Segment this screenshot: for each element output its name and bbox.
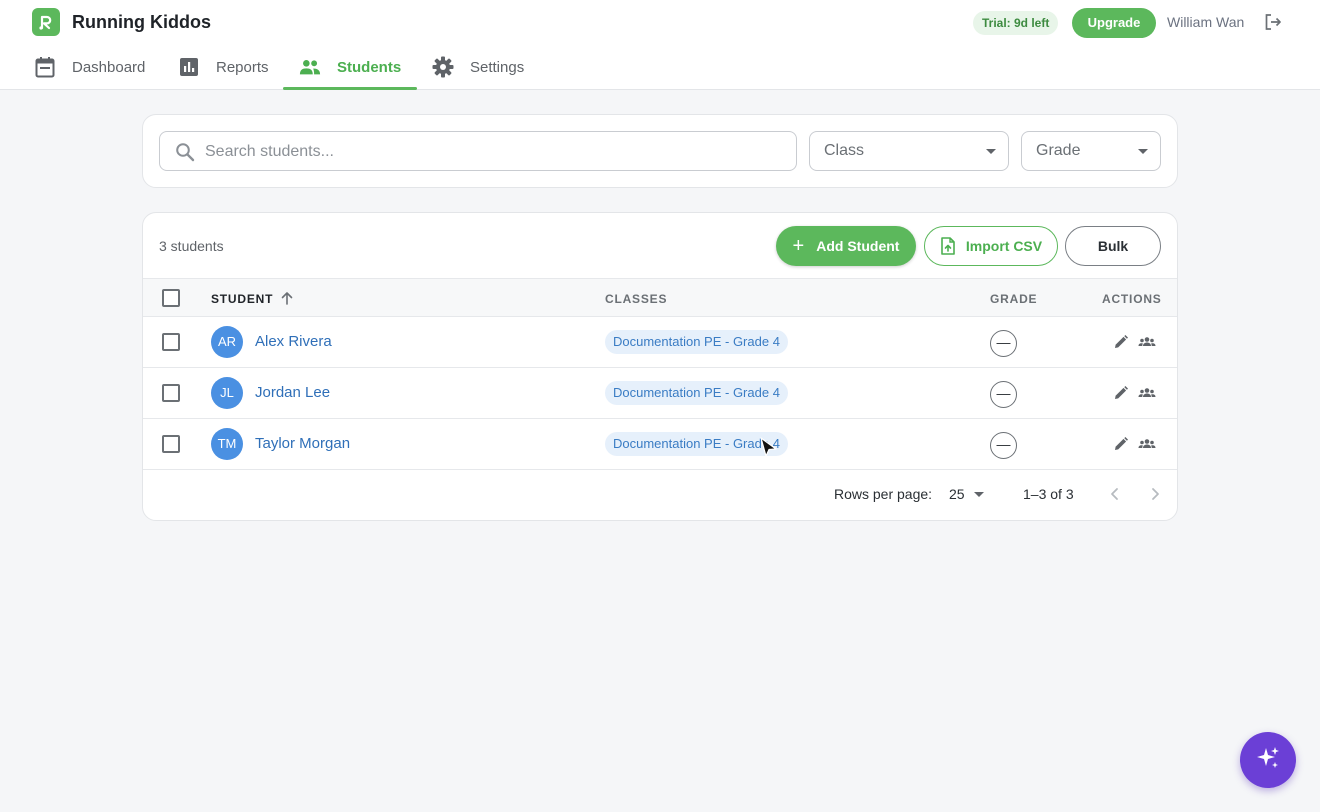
table-row: JL Jordan Lee Documentation PE - Grade 4… xyxy=(143,368,1177,419)
row-checkbox[interactable] xyxy=(162,435,180,453)
user-name[interactable]: William Wan xyxy=(1167,14,1244,30)
bulk-button[interactable]: Bulk xyxy=(1065,226,1161,266)
class-select[interactable]: Class xyxy=(809,131,1009,171)
chevron-down-icon xyxy=(1138,149,1148,154)
student-name-link[interactable]: Jordan Lee xyxy=(255,384,330,401)
mouse-cursor-icon xyxy=(759,437,779,459)
row-checkbox[interactable] xyxy=(162,384,180,402)
sparkle-icon xyxy=(1255,745,1281,776)
file-upload-icon xyxy=(940,237,956,255)
edit-icon[interactable] xyxy=(1113,385,1129,401)
upgrade-button[interactable]: Upgrade xyxy=(1072,8,1156,38)
table-header: STUDENT CLASSES GRADE ACTIONS xyxy=(143,278,1177,317)
column-header-actions: ACTIONS xyxy=(1102,292,1162,306)
student-name-link[interactable]: Alex Rivera xyxy=(255,333,332,350)
students-table-card: 3 students + Add Student Import CSV Bulk… xyxy=(142,212,1178,521)
grade-indicator[interactable]: — xyxy=(990,330,1017,357)
select-all-checkbox[interactable] xyxy=(162,289,180,307)
class-chip[interactable]: Documentation PE - Grade 4 xyxy=(605,381,788,405)
group-icon[interactable] xyxy=(1138,385,1156,401)
tab-label: Dashboard xyxy=(72,58,146,76)
arrow-up-icon[interactable] xyxy=(280,291,294,305)
tab-label: Students xyxy=(337,58,402,76)
calendar-icon xyxy=(34,56,56,78)
app-logo-icon[interactable] xyxy=(32,8,60,36)
avatar: JL xyxy=(211,377,243,409)
tab-reports[interactable]: Reports xyxy=(178,44,269,90)
tab-dashboard[interactable]: Dashboard xyxy=(34,44,145,90)
group-icon[interactable] xyxy=(1138,334,1156,350)
group-icon[interactable] xyxy=(1138,436,1156,452)
class-select-label: Class xyxy=(824,142,865,159)
tab-students[interactable]: Students xyxy=(282,44,418,90)
avatar: TM xyxy=(211,428,243,460)
rows-per-page-label: Rows per page: xyxy=(834,486,933,502)
student-name-link[interactable]: Taylor Morgan xyxy=(255,435,350,452)
import-csv-button[interactable]: Import CSV xyxy=(924,226,1058,266)
gear-icon xyxy=(432,56,454,78)
table-row: AR Alex Rivera Documentation PE - Grade … xyxy=(143,317,1177,368)
grade-select-label: Grade xyxy=(1036,142,1081,159)
row-checkbox[interactable] xyxy=(162,333,180,351)
add-student-button[interactable]: + Add Student xyxy=(776,226,916,266)
app-title: Running Kiddos xyxy=(72,12,211,32)
student-count: 3 students xyxy=(159,238,224,254)
chevron-down-icon[interactable] xyxy=(974,492,984,497)
tab-settings[interactable]: Settings xyxy=(432,44,524,90)
import-csv-label: Import CSV xyxy=(965,238,1043,254)
ai-assistant-button[interactable] xyxy=(1240,732,1296,788)
search-box[interactable] xyxy=(159,131,797,171)
grade-indicator[interactable]: — xyxy=(990,381,1017,408)
search-input[interactable] xyxy=(205,141,785,163)
table-row: TM Taylor Morgan Documentation PE - Grad… xyxy=(143,419,1177,470)
column-header-classes: CLASSES xyxy=(605,292,668,306)
grade-indicator[interactable]: — xyxy=(990,432,1017,459)
add-student-label: Add Student xyxy=(816,238,900,254)
chevron-right-icon[interactable] xyxy=(1146,485,1164,503)
grade-select[interactable]: Grade xyxy=(1021,131,1161,171)
people-icon xyxy=(299,56,321,78)
filter-bar: Class Grade xyxy=(142,114,1178,188)
chevron-down-icon xyxy=(986,149,996,154)
rows-per-page-select[interactable]: 25 xyxy=(949,486,965,502)
app-header: Running Kiddos Trial: 9d left Upgrade Wi… xyxy=(0,0,1320,90)
bar-chart-icon xyxy=(178,56,200,78)
tab-label: Settings xyxy=(470,58,525,76)
plus-icon: + xyxy=(792,235,805,257)
edit-icon[interactable] xyxy=(1113,334,1129,350)
column-header-grade: GRADE xyxy=(990,292,1038,306)
class-chip[interactable]: Documentation PE - Grade 4 xyxy=(605,330,788,354)
pagination: Rows per page: 25 1–3 of 3 xyxy=(143,469,1177,520)
tab-label: Reports xyxy=(216,58,269,76)
logout-icon[interactable] xyxy=(1263,12,1283,32)
avatar: AR xyxy=(211,326,243,358)
pagination-range: 1–3 of 3 xyxy=(1023,486,1074,502)
column-header-student[interactable]: STUDENT xyxy=(211,292,273,306)
trial-badge: Trial: 9d left xyxy=(973,11,1059,35)
search-icon xyxy=(175,142,195,162)
chevron-left-icon[interactable] xyxy=(1106,485,1124,503)
edit-icon[interactable] xyxy=(1113,436,1129,452)
